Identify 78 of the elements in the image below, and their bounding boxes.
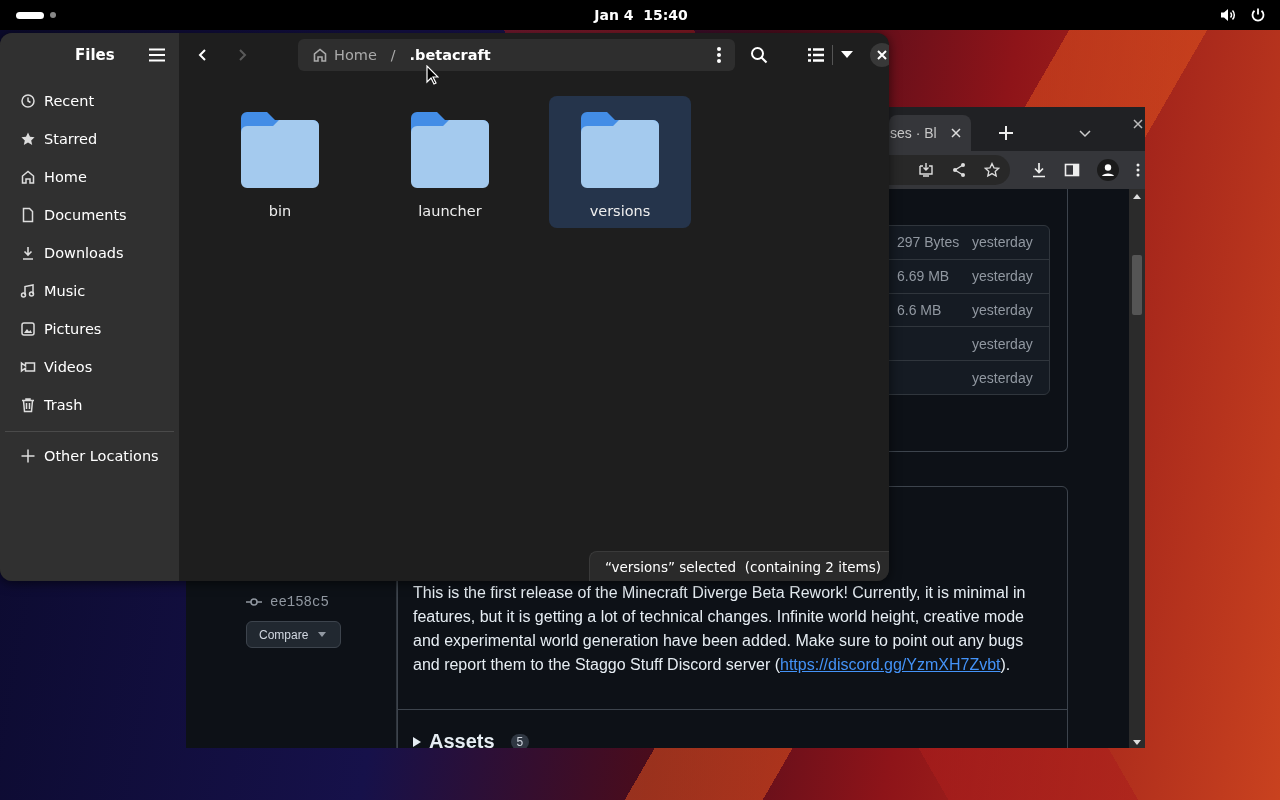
search-icon[interactable] <box>750 46 768 64</box>
file-date: yesterday <box>972 335 1034 352</box>
scrollbar-thumb[interactable] <box>1132 255 1142 315</box>
sidebar-item[interactable]: Other Locations <box>5 437 174 475</box>
power-icon[interactable] <box>1250 7 1266 23</box>
pictures-icon <box>20 321 36 337</box>
caret-icon <box>318 632 327 637</box>
install-icon[interactable] <box>918 162 934 178</box>
sidebar-item[interactable]: Starred <box>5 120 174 158</box>
assets-heading[interactable]: Assets <box>429 730 495 748</box>
home-icon <box>20 169 36 185</box>
star-icon[interactable] <box>984 162 1000 178</box>
dropdown-icon[interactable] <box>841 51 853 59</box>
folder-item[interactable]: versions <box>549 96 691 228</box>
file-size: 6.69 MB <box>897 268 951 285</box>
sidebar-item[interactable]: Documents <box>5 196 174 234</box>
file-size: 6.6 MB <box>897 302 943 318</box>
activities-indicator[interactable] <box>16 11 44 19</box>
window-title: Files <box>75 46 115 64</box>
scroll-up-icon[interactable] <box>1133 194 1141 199</box>
disclosure-triangle-icon[interactable] <box>413 736 421 747</box>
path-button[interactable]: Home <box>308 47 381 63</box>
file-date: yesterday <box>972 369 1034 386</box>
videos-icon <box>20 359 36 375</box>
music-icon <box>20 283 36 299</box>
side-panel-icon[interactable] <box>1064 162 1080 178</box>
close-icon <box>877 50 887 60</box>
mouse-cursor-icon <box>426 65 439 85</box>
close-icon[interactable] <box>951 128 961 138</box>
sidebar-item[interactable]: Recent <box>5 82 174 120</box>
file-date: yesterday <box>972 234 1034 251</box>
path-button[interactable]: .betacraft <box>405 47 495 63</box>
sidebar-item[interactable]: Videos <box>5 348 174 386</box>
recent-icon <box>20 93 36 109</box>
folder-icon <box>241 110 319 190</box>
download-icon[interactable] <box>1031 162 1047 178</box>
discord-link[interactable]: https://discord.gg/YzmXH7Zvbt <box>780 656 1001 673</box>
file-date: yesterday <box>972 302 1034 318</box>
address-bar[interactable] <box>889 155 1010 185</box>
plus-icon <box>20 448 36 464</box>
path-separator: / <box>390 47 396 63</box>
list-view-icon[interactable] <box>808 48 824 62</box>
close-icon[interactable] <box>1133 119 1143 129</box>
folder-icon <box>411 110 489 190</box>
more-icon[interactable] <box>717 47 721 63</box>
assets-count: 5 <box>510 733 530 748</box>
sidebar-item[interactable]: Trash <box>5 386 174 424</box>
commit-hash[interactable]: ee158c5 <box>270 594 329 610</box>
folder-item[interactable]: bin <box>209 96 351 228</box>
commit-icon <box>246 597 262 607</box>
documents-icon <box>20 207 36 223</box>
scroll-down-icon[interactable] <box>1133 740 1141 745</box>
home-icon <box>312 47 328 63</box>
new-tab-icon[interactable] <box>999 126 1013 140</box>
clock[interactable]: Jan 4 15:40 <box>594 7 688 23</box>
chevron-down-icon[interactable] <box>1079 130 1091 138</box>
workspace-dot[interactable] <box>50 12 56 18</box>
sidebar-item[interactable]: Music <box>5 272 174 310</box>
trash-icon <box>20 397 36 413</box>
volume-icon[interactable] <box>1220 7 1236 23</box>
folder-icon <box>581 110 659 190</box>
file-size: 297 Bytes <box>897 234 961 251</box>
sidebar-item[interactable]: Downloads <box>5 234 174 272</box>
menu-icon[interactable] <box>1136 163 1140 177</box>
scrollbar[interactable] <box>1129 189 1145 748</box>
close-button[interactable] <box>870 43 889 67</box>
status-bubble: “versions” selected (containing 2 items) <box>588 551 889 581</box>
sidebar-item[interactable]: Pictures <box>5 310 174 348</box>
profile-icon[interactable] <box>1097 159 1119 181</box>
downloads-icon <box>20 245 36 261</box>
folder-item[interactable]: launcher <box>379 96 521 228</box>
menu-icon[interactable] <box>149 48 165 62</box>
starred-icon <box>20 131 36 147</box>
browser-tab[interactable]: ses · Bl <box>889 115 971 151</box>
sidebar-item[interactable]: Home <box>5 158 174 196</box>
share-icon[interactable] <box>951 162 967 178</box>
file-date: yesterday <box>972 268 1034 285</box>
compare-button[interactable]: Compare <box>246 621 341 648</box>
